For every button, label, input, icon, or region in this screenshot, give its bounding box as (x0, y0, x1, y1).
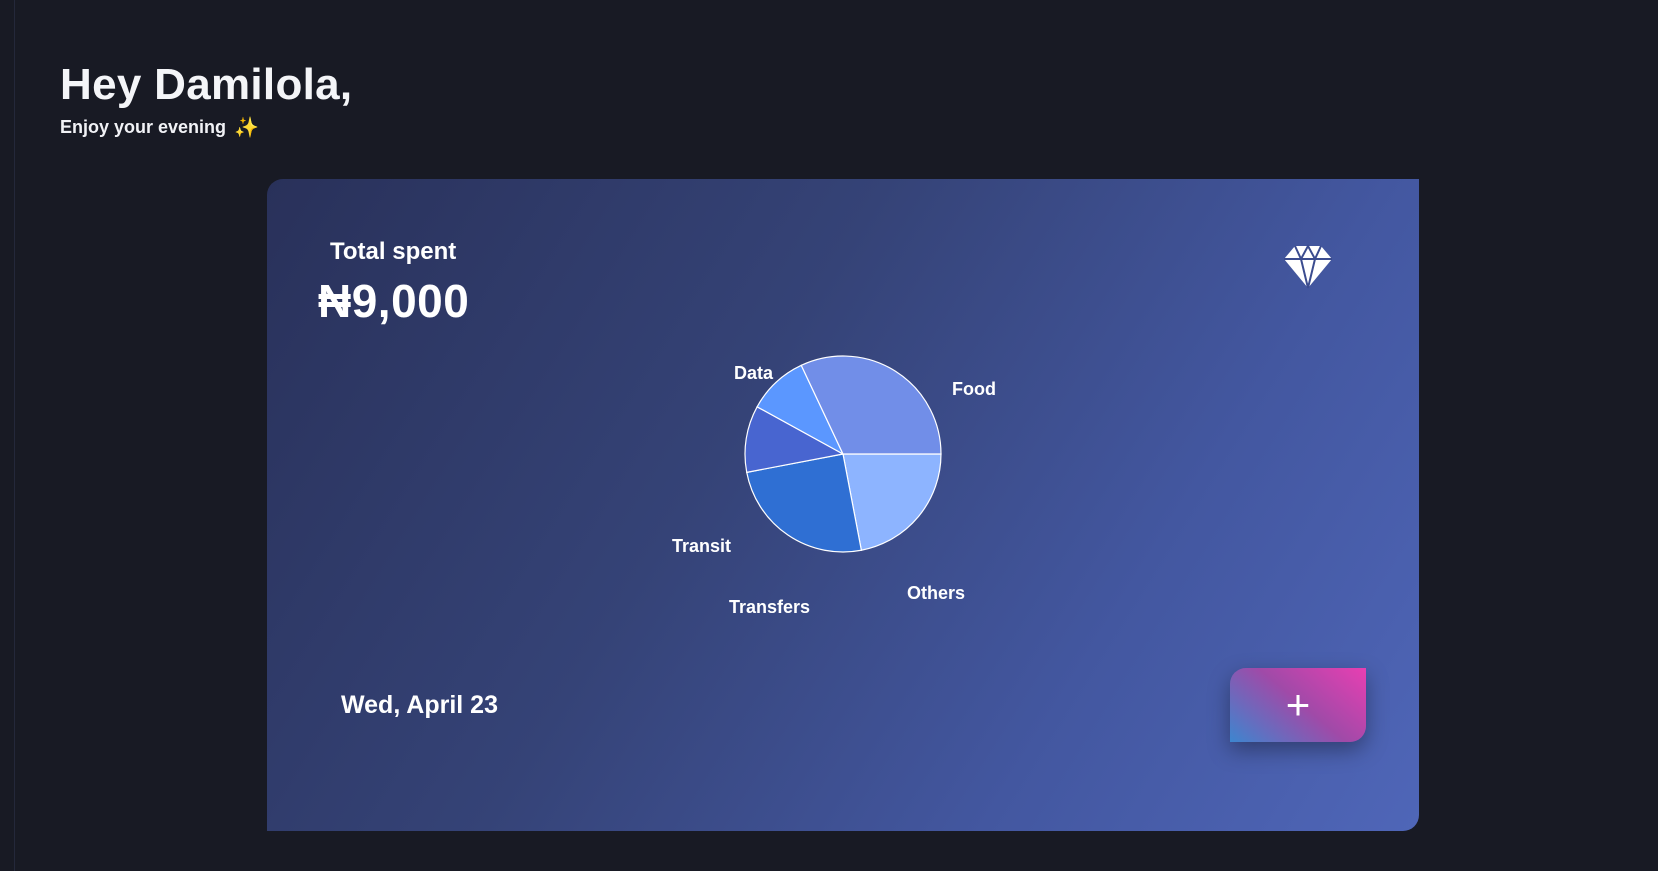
greeting-subtitle: Enjoy your evening ✨ (60, 116, 352, 139)
add-expense-button[interactable]: + (1230, 668, 1366, 742)
sparkles-icon: ✨ (234, 117, 259, 139)
dashboard-page: Hey Damilola, Enjoy your evening ✨ Total … (0, 0, 1658, 871)
greeting-section: Hey Damilola, Enjoy your evening ✨ (60, 58, 352, 139)
greeting-subtitle-text: Enjoy your evening (60, 117, 227, 137)
greeting-title: Hey Damilola, (60, 60, 353, 109)
pie-label-others: Others (907, 583, 965, 603)
left-sidebar-edge (0, 0, 15, 871)
plus-icon: + (1285, 681, 1311, 728)
pie-label-transit: Transit (672, 536, 731, 556)
pie-label-food: Food (952, 379, 996, 399)
pie-label-transfers: Transfers (729, 597, 810, 617)
spending-card: Total spent ₦9,000 Food Others Transfers Tr… (267, 179, 1419, 831)
pie-label-data: Data (734, 363, 774, 383)
current-date: Wed, April 23 (341, 691, 498, 719)
